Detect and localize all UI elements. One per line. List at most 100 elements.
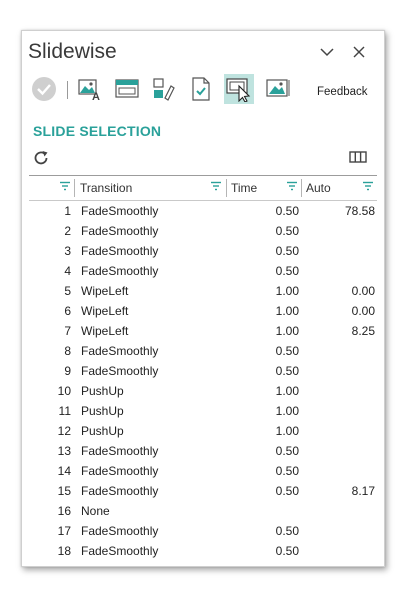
time-cell: 1.00 <box>275 424 299 438</box>
time-cell: 1.00 <box>275 384 299 398</box>
section-title: SLIDE SELECTION <box>33 123 162 139</box>
table-row[interactable]: 2 FadeSmoothly 0.50 <box>29 221 377 241</box>
slide-number: 1 <box>64 204 71 218</box>
slide-number: 11 <box>58 404 71 418</box>
slides-grid: 1 FadeSmoothly 0.50 78.58 2 FadeSmoothly… <box>29 201 377 561</box>
header-time[interactable]: Time <box>231 176 257 200</box>
slide-number: 15 <box>57 484 71 498</box>
filter-icon[interactable] <box>286 181 298 191</box>
transition-cell: FadeSmoothly <box>81 264 159 278</box>
time-cell: 0.50 <box>275 364 299 378</box>
transition-cell: FadeSmoothly <box>81 464 159 478</box>
slide-image-icon <box>266 79 290 97</box>
auto-cell: 78.58 <box>344 204 375 218</box>
format-brush-icon <box>153 78 175 101</box>
slide-number: 16 <box>57 504 71 518</box>
slide-selection-tool-button[interactable] <box>224 74 254 104</box>
columns-button[interactable] <box>348 149 368 165</box>
transition-cell: FadeSmoothly <box>81 444 159 458</box>
filter-icon[interactable] <box>210 181 222 191</box>
time-cell: 0.50 <box>275 444 299 458</box>
filter-icon[interactable] <box>362 181 374 191</box>
table-row[interactable]: 12 PushUp 1.00 <box>29 421 377 441</box>
table-row[interactable]: 11 PushUp 1.00 <box>29 401 377 421</box>
time-cell: 0.50 <box>275 224 299 238</box>
slide-number: 14 <box>57 464 71 478</box>
time-cell: 0.50 <box>275 544 299 558</box>
transition-cell: WipeLeft <box>81 304 129 318</box>
transition-cell: WipeLeft <box>81 324 129 338</box>
table-row[interactable]: 17 FadeSmoothly 0.50 <box>29 521 377 541</box>
feedback-link[interactable]: Feedback <box>317 86 368 98</box>
slide-number: 10 <box>57 384 71 398</box>
table-row[interactable]: 9 FadeSmoothly 0.50 <box>29 361 377 381</box>
table-row[interactable]: 7 WipeLeft 1.00 8.25 <box>29 321 377 341</box>
slide-number: 4 <box>64 264 71 278</box>
document-check-tool-button[interactable] <box>186 74 216 104</box>
header-transition[interactable]: Transition <box>80 176 132 200</box>
slide-number: 6 <box>64 304 71 318</box>
layout-tool-button[interactable] <box>112 74 142 104</box>
toolbar: A Feedback <box>22 71 384 109</box>
close-icon <box>353 46 365 58</box>
column-divider[interactable] <box>301 179 302 197</box>
grid-header: Transition Time Auto <box>29 175 377 201</box>
table-row[interactable]: 8 FadeSmoothly 0.50 <box>29 341 377 361</box>
document-check-icon <box>192 77 210 101</box>
column-divider[interactable] <box>226 179 227 197</box>
table-row[interactable]: 1 FadeSmoothly 0.50 78.58 <box>29 201 377 221</box>
filter-icon[interactable] <box>59 181 71 191</box>
table-row[interactable]: 16 None <box>29 501 377 521</box>
format-painter-tool-button[interactable] <box>149 74 179 104</box>
check-button[interactable] <box>29 74 59 104</box>
slide-layout-icon <box>115 79 139 98</box>
refresh-icon <box>34 151 48 165</box>
image-text-tool-button[interactable]: A <box>75 74 105 104</box>
auto-cell: 0.00 <box>351 284 375 298</box>
time-cell: 1.00 <box>275 324 299 338</box>
time-cell: 0.50 <box>275 484 299 498</box>
auto-cell: 0.00 <box>351 304 375 318</box>
table-row[interactable]: 6 WipeLeft 1.00 0.00 <box>29 301 377 321</box>
table-row[interactable]: 14 FadeSmoothly 0.50 <box>29 461 377 481</box>
auto-cell: 8.17 <box>351 484 375 498</box>
transition-cell: PushUp <box>81 384 124 398</box>
transition-cell: FadeSmoothly <box>81 224 159 238</box>
slide-number: 12 <box>57 424 71 438</box>
slide-number: 8 <box>64 344 71 358</box>
table-row[interactable]: 5 WipeLeft 1.00 0.00 <box>29 281 377 301</box>
collapse-button[interactable] <box>316 41 338 63</box>
slide-number: 9 <box>64 364 71 378</box>
table-row[interactable]: 10 PushUp 1.00 <box>29 381 377 401</box>
table-row[interactable]: 3 FadeSmoothly 0.50 <box>29 241 377 261</box>
chevron-down-icon <box>320 48 334 57</box>
slide-number: 5 <box>64 284 71 298</box>
transition-cell: WipeLeft <box>81 284 129 298</box>
time-cell: 0.50 <box>275 204 299 218</box>
header-auto[interactable]: Auto <box>306 176 331 200</box>
transition-cell: FadeSmoothly <box>81 524 159 538</box>
transition-cell: FadeSmoothly <box>81 544 159 558</box>
column-divider[interactable] <box>74 179 75 197</box>
refresh-button[interactable] <box>32 149 50 167</box>
table-row[interactable]: 4 FadeSmoothly 0.50 <box>29 261 377 281</box>
transition-cell: FadeSmoothly <box>81 204 159 218</box>
time-cell: 0.50 <box>275 524 299 538</box>
columns-icon <box>349 151 367 163</box>
toolbar-separator <box>67 81 68 99</box>
table-row[interactable]: 18 FadeSmoothly 0.50 <box>29 541 377 561</box>
table-row[interactable]: 13 FadeSmoothly 0.50 <box>29 441 377 461</box>
auto-cell: 8.25 <box>351 324 375 338</box>
time-cell: 0.50 <box>275 344 299 358</box>
slidewise-task-pane: Slidewise A Feedback SLIDE SELECTION Tra… <box>21 30 385 567</box>
pane-title: Slidewise <box>28 40 117 63</box>
transition-cell: None <box>81 504 110 518</box>
table-row[interactable]: 15 FadeSmoothly 0.50 8.17 <box>29 481 377 501</box>
title-bar: Slidewise <box>22 31 384 71</box>
slide-number: 3 <box>64 244 71 258</box>
slide-number: 13 <box>57 444 71 458</box>
close-button[interactable] <box>348 41 370 63</box>
time-cell: 0.50 <box>275 464 299 478</box>
time-cell: 0.50 <box>275 264 299 278</box>
image-slide-tool-button[interactable] <box>263 74 293 104</box>
